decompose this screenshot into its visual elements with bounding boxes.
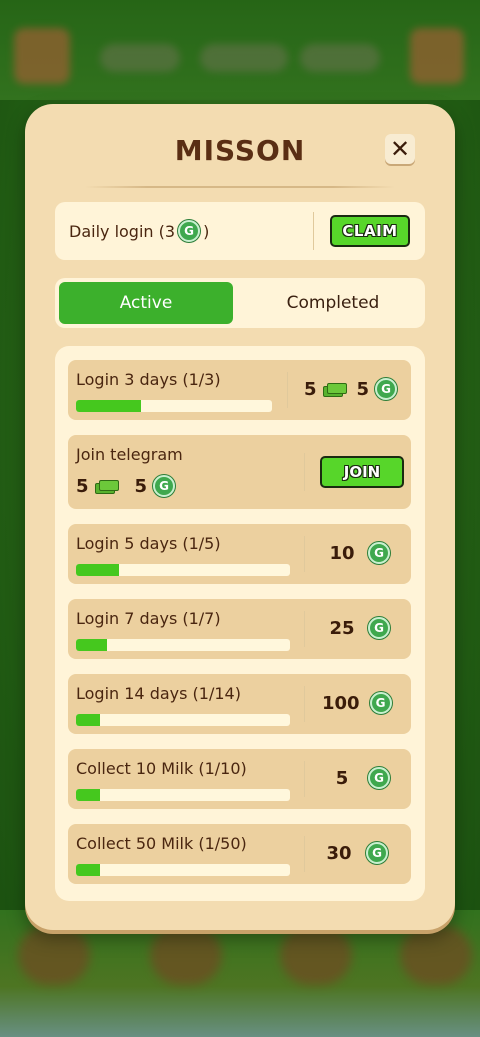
close-button[interactable]: ✕ <box>385 134 415 164</box>
cash-icon <box>94 479 119 494</box>
coin-icon: G <box>153 475 176 497</box>
reward-coin-amount: 30 <box>326 842 352 864</box>
mission-title: Login 5 days (1/5) <box>76 534 221 553</box>
mission-reward: 30 G <box>324 842 388 864</box>
mission-item: Login 5 days (1/5) 10 G <box>68 524 411 584</box>
mission-item: Join telegram 5 5 G JOIN <box>68 435 411 509</box>
divider <box>304 686 305 722</box>
mission-reward: 5 G <box>328 767 390 789</box>
mission-progress-fill <box>76 564 119 576</box>
divider <box>304 836 305 872</box>
claim-button[interactable]: CLAIM <box>330 215 410 247</box>
mission-modal: MISSON ✕ Daily login (3 G ) CLAIM Active… <box>25 104 455 930</box>
close-icon: ✕ <box>389 135 411 163</box>
mission-progress-fill <box>76 864 100 876</box>
daily-login-row: Daily login (3 G ) CLAIM <box>55 202 425 260</box>
mission-reward: 10 G <box>328 542 390 564</box>
reward-cash-amount: 5 <box>76 475 89 497</box>
tab-active[interactable]: Active <box>59 282 233 324</box>
title-divider <box>85 186 395 188</box>
mission-title: Login 7 days (1/7) <box>76 609 221 628</box>
coin-icon: G <box>368 542 390 564</box>
mission-title: Collect 10 Milk (1/10) <box>76 759 247 778</box>
coin-icon: G <box>375 378 398 400</box>
coin-icon: G <box>178 220 201 242</box>
divider <box>304 611 305 647</box>
mission-item: Login 3 days (1/3) 5 5 G <box>68 360 411 420</box>
daily-login-text: Daily login (3 <box>69 221 176 241</box>
mission-progress-bar <box>76 639 290 651</box>
divider <box>304 761 305 797</box>
join-button[interactable]: JOIN <box>320 456 404 488</box>
mission-title: Login 3 days (1/3) <box>76 370 221 389</box>
mission-progress-fill <box>76 400 142 412</box>
mission-item: Login 7 days (1/7) 25 G <box>68 599 411 659</box>
mission-list: Login 3 days (1/3) 5 5 G Join telegram 5… <box>55 346 425 901</box>
divider <box>287 372 288 408</box>
divider <box>304 536 305 572</box>
reward-coin-amount: 5 <box>356 378 370 400</box>
mission-item: Login 14 days (1/14) 100 G <box>68 674 411 734</box>
cash-icon <box>322 382 347 397</box>
daily-login-label: Daily login (3 G ) <box>69 220 209 242</box>
mission-item: Collect 50 Milk (1/50) 30 G <box>68 824 411 884</box>
mission-progress-fill <box>76 789 100 801</box>
mission-progress-fill <box>76 714 100 726</box>
mission-progress-bar <box>76 564 290 576</box>
mission-reward: 5 5 G <box>76 475 176 497</box>
reward-coin-amount: 5 <box>134 475 148 497</box>
mission-title: Login 14 days (1/14) <box>76 684 241 703</box>
divider <box>313 212 314 250</box>
coin-icon: G <box>368 617 390 639</box>
mission-reward: 5 5 G <box>304 378 398 400</box>
mission-progress-bar <box>76 789 290 801</box>
reward-cash-amount: 5 <box>304 378 317 400</box>
mission-progress-fill <box>76 639 107 651</box>
reward-coin-amount: 5 <box>335 767 349 789</box>
coin-icon: G <box>366 842 388 864</box>
mission-title: Join telegram <box>76 445 183 464</box>
reward-coin-amount: 100 <box>322 692 360 714</box>
mission-tabs: Active Completed <box>55 278 425 328</box>
mission-progress-bar <box>76 864 290 876</box>
mission-title: Collect 50 Milk (1/50) <box>76 834 247 853</box>
reward-coin-amount: 25 <box>329 617 355 639</box>
daily-login-text-end: ) <box>203 221 210 241</box>
tab-completed[interactable]: Completed <box>245 282 421 324</box>
divider <box>304 453 305 491</box>
reward-coin-amount: 10 <box>329 542 355 564</box>
mission-progress-bar <box>76 714 290 726</box>
mission-progress-bar <box>76 400 272 412</box>
coin-icon: G <box>369 692 392 714</box>
mission-reward: 25 G <box>328 617 390 639</box>
mission-reward: 100 G <box>322 692 392 714</box>
mission-item: Collect 10 Milk (1/10) 5 G <box>68 749 411 809</box>
coin-icon: G <box>368 767 390 789</box>
